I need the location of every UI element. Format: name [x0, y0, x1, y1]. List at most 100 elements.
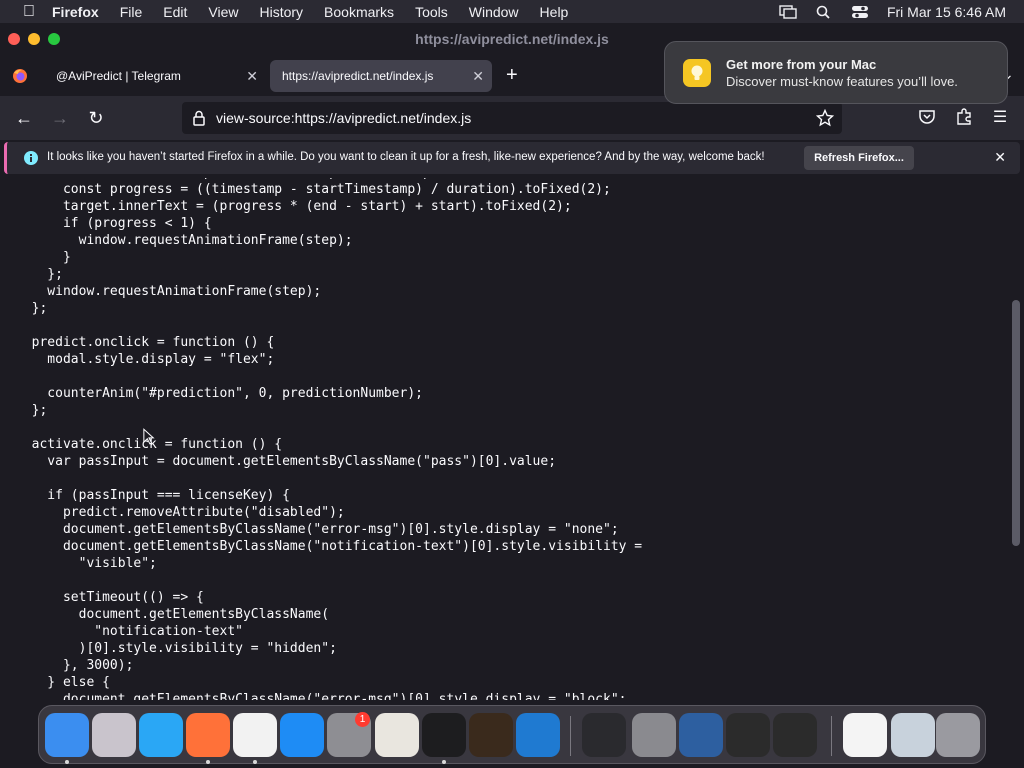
- pocket-icon[interactable]: [918, 108, 936, 126]
- notification-body: Discover must-know features you’ll love.: [726, 74, 958, 89]
- screen-mirroring-icon[interactable]: [779, 4, 797, 19]
- forward-button[interactable]: →: [50, 108, 70, 128]
- close-tab-icon[interactable]: ✕: [246, 68, 258, 85]
- hamburger-menu-icon[interactable]: ☰: [990, 108, 1010, 128]
- code-line: "notification-text": [16, 624, 243, 639]
- info-icon: [24, 151, 38, 165]
- code-line: setTimeout(() => {: [16, 590, 204, 605]
- refresh-firefox-button[interactable]: Refresh Firefox...: [804, 146, 914, 170]
- notification-bar: It looks like you haven’t started Firefo…: [0, 140, 1024, 178]
- menu-clock[interactable]: Fri Mar 15 6:46 AM: [887, 4, 1006, 20]
- dock: [38, 705, 986, 764]
- url-text[interactable]: view-source:https://avipredict.net/index…: [216, 110, 471, 126]
- code-line: "visible";: [16, 556, 157, 571]
- close-notification-icon[interactable]: ✕: [994, 149, 1006, 166]
- dock-chrome-icon[interactable]: [233, 713, 277, 757]
- dock-virtualbox-icon[interactable]: [679, 713, 723, 757]
- reload-button[interactable]: ↻: [86, 108, 106, 128]
- code-line: }, 3000);: [16, 658, 134, 673]
- apple-icon[interactable]: : [18, 3, 40, 21]
- code-line: const progress = ((timestamp - startTime…: [16, 182, 611, 197]
- dock-textedit-icon[interactable]: [375, 713, 419, 757]
- bookmark-star-icon[interactable]: [816, 109, 834, 127]
- dock-vscode-icon[interactable]: [516, 713, 560, 757]
- menu-window[interactable]: Window: [469, 4, 519, 20]
- dock-badge: 1: [355, 712, 370, 727]
- macos-notification[interactable]: Get more from your Mac Discover must-kno…: [664, 41, 1008, 104]
- code-line: };: [16, 403, 48, 418]
- code-line: };: [16, 267, 63, 282]
- dock-running-indicator: [65, 760, 69, 764]
- extensions-icon[interactable]: [955, 108, 973, 126]
- code-line: target.innerText = (progress * (end - st…: [16, 199, 572, 214]
- firefox-view-icon[interactable]: [12, 68, 28, 84]
- lock-icon[interactable]: [192, 110, 206, 126]
- code-line: var passInput = document.getElementsByCl…: [16, 454, 557, 469]
- tips-app-icon: [683, 59, 711, 87]
- menu-bar:  Firefox File Edit View History Bookmar…: [0, 0, 1024, 23]
- new-tab-button[interactable]: +: [506, 64, 518, 87]
- dock-firefox-icon[interactable]: [186, 713, 230, 757]
- code-line: document.getElementsByClassName("error-m…: [16, 522, 619, 537]
- menu-help[interactable]: Help: [540, 4, 569, 20]
- url-bar[interactable]: view-source:https://avipredict.net/index…: [182, 102, 842, 134]
- menu-tools[interactable]: Tools: [415, 4, 448, 20]
- menu-bookmarks[interactable]: Bookmarks: [324, 4, 394, 20]
- code-line: modal.style.display = "flex";: [16, 352, 275, 367]
- code-line: if (passInput === licenseKey) {: [16, 488, 290, 503]
- code-line: } else {: [16, 675, 110, 690]
- code-line: }: [16, 250, 71, 265]
- code-line: document.getElementsByClassName("notific…: [16, 539, 643, 554]
- code-line: if (progress < 1) {: [16, 216, 212, 231]
- tab-telegram[interactable]: @AviPredict | Telegram ✕: [44, 60, 266, 92]
- dock-recent-screenshot-icon[interactable]: [891, 713, 935, 757]
- dock-running-indicator: [206, 760, 210, 764]
- tab-label: https://avipredict.net/index.js: [282, 69, 434, 83]
- code-line: document.getElementsByClassName("error-m…: [16, 692, 627, 700]
- dock-recent-doc-icon[interactable]: [843, 713, 887, 757]
- dock-app-store-icon[interactable]: [280, 713, 324, 757]
- code-line: )[0].style.visibility = "hidden";: [16, 641, 337, 656]
- code-line: predict.onclick = function () {: [16, 335, 275, 350]
- menu-view[interactable]: View: [208, 4, 238, 20]
- spotlight-search-icon[interactable]: [815, 5, 833, 19]
- notification-title: Get more from your Mac: [726, 57, 877, 72]
- tab-index-js[interactable]: https://avipredict.net/index.js ✕: [270, 60, 492, 92]
- code-line: document.getElementsByClassName(: [16, 607, 330, 622]
- dock-safari-icon[interactable]: [139, 713, 183, 757]
- code-line: activate.onclick = function () {: [16, 437, 283, 452]
- menu-history[interactable]: History: [259, 4, 303, 20]
- dock-terminal-icon[interactable]: [422, 713, 466, 757]
- notification-bar-panel: It looks like you haven’t started Firefo…: [4, 142, 1020, 174]
- close-tab-icon[interactable]: ✕: [472, 68, 484, 85]
- mouse-pointer-icon: [143, 428, 155, 445]
- menu-edit[interactable]: Edit: [163, 4, 187, 20]
- dock-3d-box-app-icon[interactable]: [582, 713, 626, 757]
- code-line: };: [16, 301, 48, 316]
- control-center-icon[interactable]: [851, 5, 869, 19]
- dock-arrows-app-icon[interactable]: [773, 713, 817, 757]
- dock-font-book-icon[interactable]: [632, 713, 676, 757]
- code-line: counterAnim("#prediction", 0, prediction…: [16, 386, 423, 401]
- dock-vmware-icon[interactable]: [726, 713, 770, 757]
- dock-launchpad-icon[interactable]: [92, 713, 136, 757]
- back-button[interactable]: ←: [14, 108, 34, 128]
- dock-separator: [570, 716, 571, 756]
- menu-app-name[interactable]: Firefox: [52, 4, 99, 20]
- code-lines: if (!startTimestamp) startTimestamp = ti…: [16, 178, 643, 700]
- menu-file[interactable]: File: [120, 4, 143, 20]
- tab-label: @AviPredict | Telegram: [56, 69, 181, 83]
- code-line: window.requestAnimationFrame(step);: [16, 284, 322, 299]
- dock-running-indicator: [253, 760, 257, 764]
- dock-running-indicator: [442, 760, 446, 764]
- dock-trash-icon[interactable]: [936, 713, 980, 757]
- vertical-scrollbar[interactable]: [1012, 300, 1020, 546]
- dock-separator: [831, 716, 832, 756]
- dock-garageband-icon[interactable]: [469, 713, 513, 757]
- dock-finder-icon[interactable]: [45, 713, 89, 757]
- notification-message: It looks like you haven’t started Firefo…: [47, 151, 765, 163]
- code-line: predict.removeAttribute("disabled");: [16, 505, 345, 520]
